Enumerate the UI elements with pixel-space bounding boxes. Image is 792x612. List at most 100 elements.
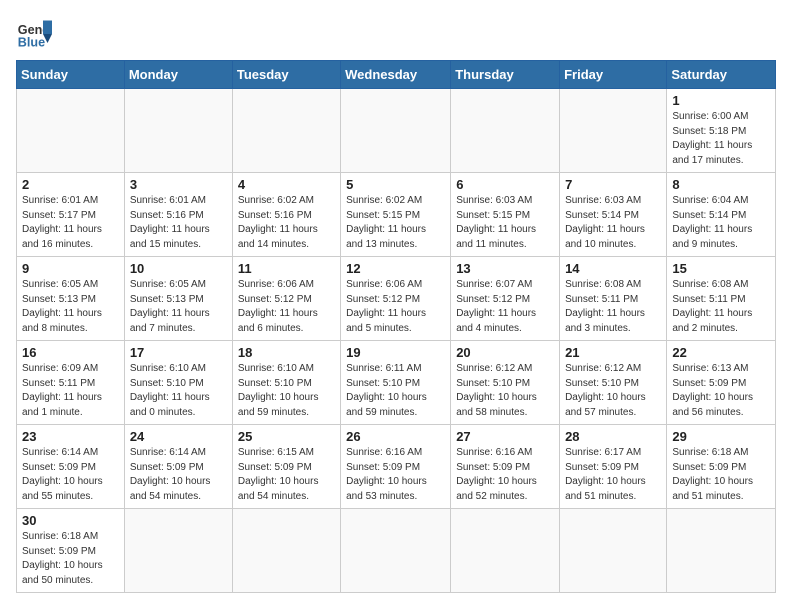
- day-number: 16: [22, 345, 119, 360]
- day-info: Sunrise: 6:10 AM Sunset: 5:10 PM Dayligh…: [130, 362, 227, 420]
- day-number: 29: [672, 429, 770, 444]
- calendar-table: SundayMondayTuesdayWednesdayThursdayFrid…: [16, 60, 776, 593]
- day-info: Sunrise: 6:16 AM Sunset: 5:09 PM Dayligh…: [456, 446, 554, 504]
- day-number: 23: [22, 429, 119, 444]
- calendar-cell: 2 Sunrise: 6:01 AM Sunset: 5:17 PM Daylig…: [17, 173, 125, 257]
- day-info: Sunrise: 6:13 AM Sunset: 5:09 PM Dayligh…: [672, 362, 770, 420]
- calendar-cell: 22 Sunrise: 6:13 AM Sunset: 5:09 PM Dayli…: [667, 341, 776, 425]
- day-info: Sunrise: 6:18 AM Sunset: 5:09 PM Dayligh…: [672, 446, 770, 504]
- weekday-header-saturday: Saturday: [667, 61, 776, 89]
- day-info: Sunrise: 6:14 AM Sunset: 5:09 PM Dayligh…: [130, 446, 227, 504]
- weekday-header-monday: Monday: [124, 61, 232, 89]
- day-number: 28: [565, 429, 661, 444]
- day-info: Sunrise: 6:05 AM Sunset: 5:13 PM Dayligh…: [130, 278, 227, 336]
- calendar-week-row: 9Sunrise: 6:05 AM Sunset: 5:13 PM Daylig…: [17, 257, 776, 341]
- calendar-week-row: 1 Sunrise: 6:00 AM Sunset: 5:18 PM Daylig…: [17, 89, 776, 173]
- calendar-cell: 27 Sunrise: 6:16 AM Sunset: 5:09 PM Dayli…: [451, 425, 560, 509]
- day-info: Sunrise: 6:18 AM Sunset: 5:09 PM Dayligh…: [22, 530, 119, 588]
- day-info: Sunrise: 6:15 AM Sunset: 5:09 PM Dayligh…: [238, 446, 335, 504]
- calendar-cell: 6 Sunrise: 6:03 AM Sunset: 5:15 PM Daylig…: [451, 173, 560, 257]
- weekday-header-friday: Friday: [560, 61, 667, 89]
- day-info: Sunrise: 6:14 AM Sunset: 5:09 PM Dayligh…: [22, 446, 119, 504]
- day-info: Sunrise: 6:08 AM Sunset: 5:11 PM Dayligh…: [565, 278, 661, 336]
- calendar-week-row: 23 Sunrise: 6:14 AM Sunset: 5:09 PM Dayli…: [17, 425, 776, 509]
- calendar-cell: 28Sunrise: 6:17 AM Sunset: 5:09 PM Dayli…: [560, 425, 667, 509]
- day-number: 6: [456, 177, 554, 192]
- calendar-cell: [17, 89, 125, 173]
- calendar-week-row: 30 Sunrise: 6:18 AM Sunset: 5:09 PM Dayli…: [17, 509, 776, 593]
- calendar-cell: 3 Sunrise: 6:01 AM Sunset: 5:16 PM Daylig…: [124, 173, 232, 257]
- day-info: Sunrise: 6:03 AM Sunset: 5:14 PM Dayligh…: [565, 194, 661, 252]
- day-number: 7: [565, 177, 661, 192]
- day-info: Sunrise: 6:06 AM Sunset: 5:12 PM Dayligh…: [346, 278, 445, 336]
- day-number: 3: [130, 177, 227, 192]
- day-info: Sunrise: 6:12 AM Sunset: 5:10 PM Dayligh…: [565, 362, 661, 420]
- day-info: Sunrise: 6:06 AM Sunset: 5:12 PM Dayligh…: [238, 278, 335, 336]
- calendar-cell: 16 Sunrise: 6:09 AM Sunset: 5:11 PM Dayli…: [17, 341, 125, 425]
- day-number: 15: [672, 261, 770, 276]
- calendar-week-row: 16 Sunrise: 6:09 AM Sunset: 5:11 PM Dayli…: [17, 341, 776, 425]
- calendar-cell: 29 Sunrise: 6:18 AM Sunset: 5:09 PM Dayli…: [667, 425, 776, 509]
- calendar-cell: 1 Sunrise: 6:00 AM Sunset: 5:18 PM Daylig…: [667, 89, 776, 173]
- day-number: 10: [130, 261, 227, 276]
- weekday-header-thursday: Thursday: [451, 61, 560, 89]
- logo: General Blue: [16, 16, 52, 52]
- day-info: Sunrise: 6:11 AM Sunset: 5:10 PM Dayligh…: [346, 362, 445, 420]
- calendar-cell: 26Sunrise: 6:16 AM Sunset: 5:09 PM Dayli…: [341, 425, 451, 509]
- calendar-cell: 12 Sunrise: 6:06 AM Sunset: 5:12 PM Dayli…: [341, 257, 451, 341]
- calendar-cell: [124, 89, 232, 173]
- calendar-cell: [232, 89, 340, 173]
- calendar-cell: [560, 89, 667, 173]
- calendar-cell: 4Sunrise: 6:02 AM Sunset: 5:16 PM Daylig…: [232, 173, 340, 257]
- calendar-cell: [232, 509, 340, 593]
- day-number: 30: [22, 513, 119, 528]
- calendar-cell: [124, 509, 232, 593]
- day-info: Sunrise: 6:01 AM Sunset: 5:16 PM Dayligh…: [130, 194, 227, 252]
- calendar-cell: 10 Sunrise: 6:05 AM Sunset: 5:13 PM Dayli…: [124, 257, 232, 341]
- day-number: 19: [346, 345, 445, 360]
- day-info: Sunrise: 6:01 AM Sunset: 5:17 PM Dayligh…: [22, 194, 119, 252]
- calendar-cell: 19 Sunrise: 6:11 AM Sunset: 5:10 PM Dayli…: [341, 341, 451, 425]
- day-info: Sunrise: 6:10 AM Sunset: 5:10 PM Dayligh…: [238, 362, 335, 420]
- day-info: Sunrise: 6:08 AM Sunset: 5:11 PM Dayligh…: [672, 278, 770, 336]
- calendar-cell: 21 Sunrise: 6:12 AM Sunset: 5:10 PM Dayli…: [560, 341, 667, 425]
- day-info: Sunrise: 6:09 AM Sunset: 5:11 PM Dayligh…: [22, 362, 119, 420]
- day-number: 13: [456, 261, 554, 276]
- calendar-cell: [341, 89, 451, 173]
- day-number: 18: [238, 345, 335, 360]
- calendar-cell: 20Sunrise: 6:12 AM Sunset: 5:10 PM Dayli…: [451, 341, 560, 425]
- calendar-cell: [667, 509, 776, 593]
- day-number: 1: [672, 93, 770, 108]
- day-number: 27: [456, 429, 554, 444]
- day-number: 2: [22, 177, 119, 192]
- calendar-cell: 14 Sunrise: 6:08 AM Sunset: 5:11 PM Dayli…: [560, 257, 667, 341]
- day-number: 12: [346, 261, 445, 276]
- day-number: 14: [565, 261, 661, 276]
- logo-icon: General Blue: [16, 16, 52, 52]
- day-info: Sunrise: 6:04 AM Sunset: 5:14 PM Dayligh…: [672, 194, 770, 252]
- day-number: 21: [565, 345, 661, 360]
- calendar-cell: 7 Sunrise: 6:03 AM Sunset: 5:14 PM Daylig…: [560, 173, 667, 257]
- day-number: 24: [130, 429, 227, 444]
- day-number: 22: [672, 345, 770, 360]
- weekday-header-wednesday: Wednesday: [341, 61, 451, 89]
- day-number: 4: [238, 177, 335, 192]
- calendar-cell: 5 Sunrise: 6:02 AM Sunset: 5:15 PM Daylig…: [341, 173, 451, 257]
- weekday-header-row: SundayMondayTuesdayWednesdayThursdayFrid…: [17, 61, 776, 89]
- calendar-cell: 15 Sunrise: 6:08 AM Sunset: 5:11 PM Dayli…: [667, 257, 776, 341]
- day-number: 8: [672, 177, 770, 192]
- day-info: Sunrise: 6:00 AM Sunset: 5:18 PM Dayligh…: [672, 110, 770, 168]
- calendar-cell: 17 Sunrise: 6:10 AM Sunset: 5:10 PM Dayli…: [124, 341, 232, 425]
- day-info: Sunrise: 6:02 AM Sunset: 5:15 PM Dayligh…: [346, 194, 445, 252]
- calendar-cell: 18 Sunrise: 6:10 AM Sunset: 5:10 PM Dayli…: [232, 341, 340, 425]
- day-number: 17: [130, 345, 227, 360]
- day-number: 5: [346, 177, 445, 192]
- calendar-cell: 8 Sunrise: 6:04 AM Sunset: 5:14 PM Daylig…: [667, 173, 776, 257]
- calendar-cell: [451, 509, 560, 593]
- calendar-cell: 9Sunrise: 6:05 AM Sunset: 5:13 PM Daylig…: [17, 257, 125, 341]
- weekday-header-tuesday: Tuesday: [232, 61, 340, 89]
- day-number: 25: [238, 429, 335, 444]
- day-number: 11: [238, 261, 335, 276]
- day-number: 26: [346, 429, 445, 444]
- day-info: Sunrise: 6:03 AM Sunset: 5:15 PM Dayligh…: [456, 194, 554, 252]
